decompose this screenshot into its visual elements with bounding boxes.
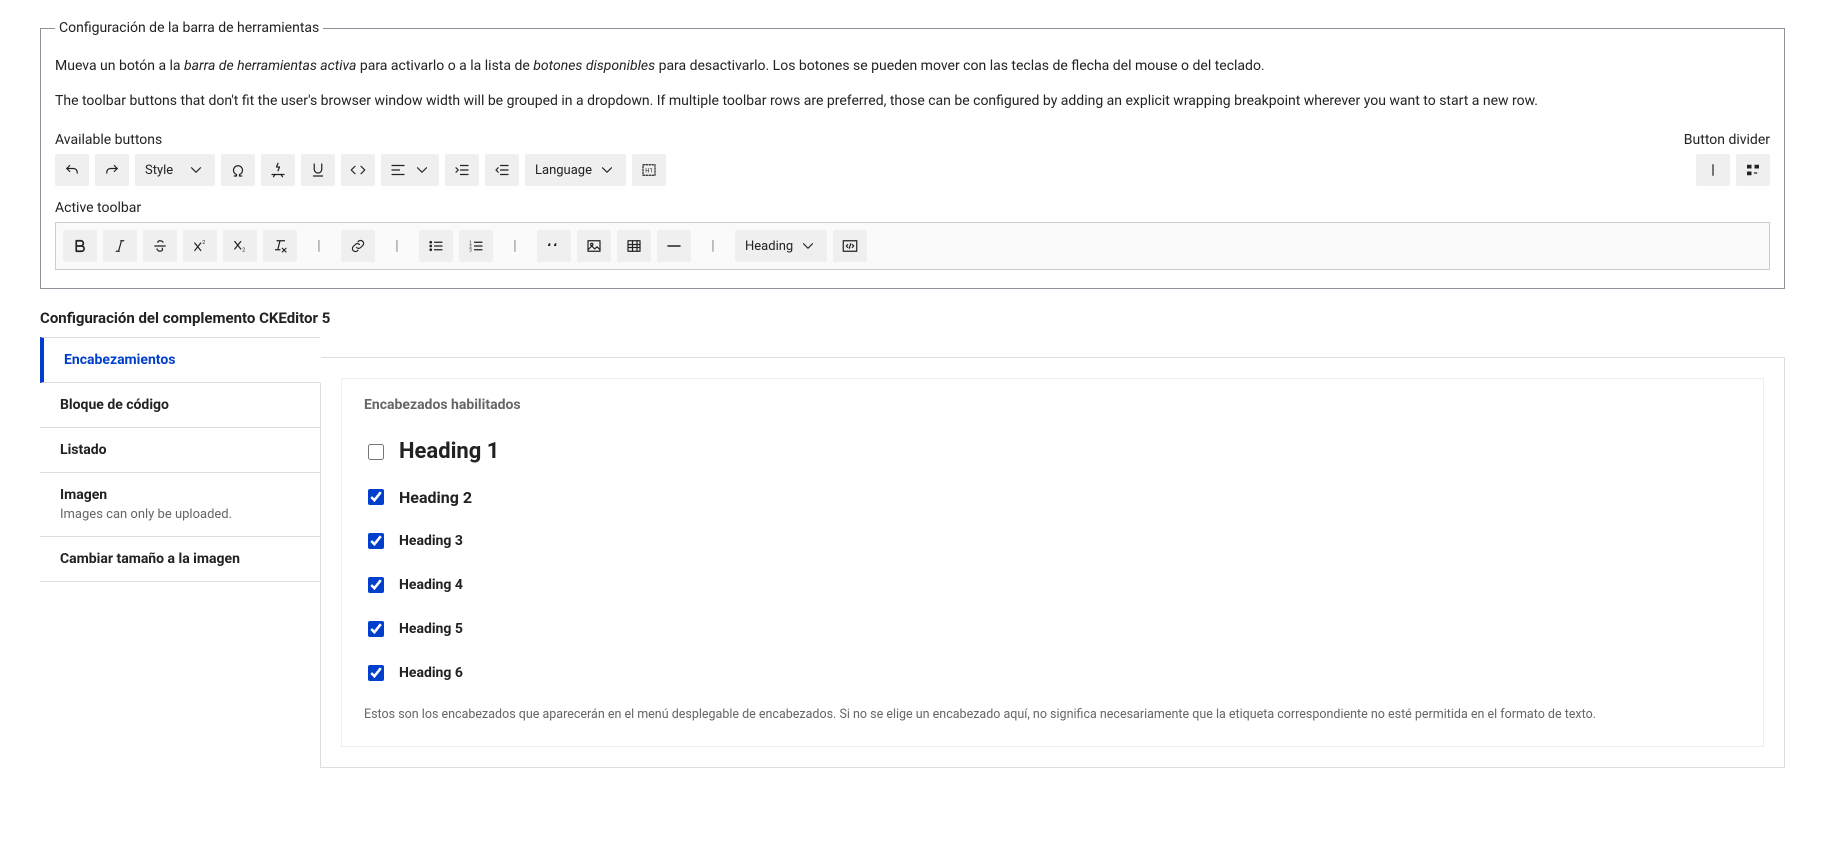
outdent-button[interactable] [485, 154, 519, 186]
available-buttons-list: Style Language H1 [55, 154, 1664, 186]
tab-sublabel: Images can only be uploaded. [60, 507, 300, 522]
code-button[interactable] [341, 154, 375, 186]
instruction-1-em2: botones disponibles [533, 58, 655, 74]
image-button[interactable] [577, 230, 611, 262]
blockquote-button[interactable] [537, 230, 571, 262]
link-button[interactable] [341, 230, 375, 262]
redo-button[interactable] [95, 154, 129, 186]
tab-image-resize[interactable]: Cambiar tamaño a la imagen [40, 537, 320, 582]
underline-button[interactable] [301, 154, 335, 186]
active-toolbar-label: Active toolbar [55, 200, 1770, 216]
toolbar-config-fieldset: Configuración de la barra de herramienta… [40, 20, 1785, 289]
remove-format-button[interactable] [263, 230, 297, 262]
toolbar-separator[interactable]: | [499, 230, 531, 262]
tab-label: Bloque de código [60, 397, 300, 413]
tabs-list: Encabezamientos Bloque de código Listado… [40, 337, 320, 582]
instruction-1-em1: barra de herramientas activa [184, 58, 356, 74]
active-toolbar-list[interactable]: 2 2 | | 123 | | Heading [55, 222, 1770, 270]
tab-image[interactable]: Imagen Images can only be uploaded. [40, 473, 320, 537]
tab-label: Cambiar tamaño a la imagen [60, 551, 300, 567]
heading-label: Heading [745, 239, 793, 254]
tab-content: Encabezados habilitados Heading 1 Headin… [320, 357, 1785, 768]
available-buttons-label: Available buttons [55, 132, 1664, 148]
headings-panel-title: Encabezados habilitados [364, 397, 1741, 413]
divider-wrap-button[interactable] [1736, 154, 1770, 186]
heading-4-label[interactable]: Heading 4 [399, 577, 463, 593]
strikethrough-button[interactable] [143, 230, 177, 262]
horizontal-line-button[interactable] [657, 230, 691, 262]
toolbar-separator[interactable]: | [381, 230, 413, 262]
subscript-button[interactable]: 2 [223, 230, 257, 262]
style-dropdown[interactable]: Style [135, 154, 215, 186]
heading-2-label[interactable]: Heading 2 [399, 488, 472, 507]
divider-separator-button[interactable] [1696, 154, 1730, 186]
code-block-button[interactable] [833, 230, 867, 262]
tab-label: Imagen [60, 487, 300, 503]
source-editing-button[interactable] [261, 154, 295, 186]
superscript-button[interactable]: 2 [183, 230, 217, 262]
numbered-list-button[interactable]: 123 [459, 230, 493, 262]
tab-code-block[interactable]: Bloque de código [40, 383, 320, 428]
heading-option-5: Heading 5 [364, 618, 1741, 640]
heading-option-4: Heading 4 [364, 574, 1741, 596]
heading-option-3: Heading 3 [364, 530, 1741, 552]
bold-button[interactable] [63, 230, 97, 262]
heading-3-checkbox[interactable] [368, 533, 384, 549]
heading-option-6: Heading 6 [364, 662, 1741, 684]
heading-5-label[interactable]: Heading 5 [399, 621, 463, 637]
heading-5-checkbox[interactable] [368, 621, 384, 637]
style-label: Style [145, 163, 173, 178]
show-blocks-button[interactable]: H1 [632, 154, 666, 186]
svg-text:3: 3 [469, 247, 472, 253]
tab-label: Listado [60, 442, 300, 458]
svg-text:2: 2 [202, 240, 205, 246]
heading-3-label[interactable]: Heading 3 [399, 533, 463, 549]
plugin-tabs-wrapper: Encabezamientos Bloque de código Listado… [40, 337, 1785, 768]
undo-button[interactable] [55, 154, 89, 186]
button-divider-label: Button divider [1684, 132, 1770, 148]
heading-6-checkbox[interactable] [368, 665, 384, 681]
instruction-1-b: para activarlo o a la lista de [356, 58, 533, 74]
heading-option-1: Heading 1 [364, 439, 1741, 464]
toolbar-separator[interactable]: | [697, 230, 729, 262]
language-label: Language [535, 163, 592, 178]
indent-button[interactable] [445, 154, 479, 186]
heading-1-checkbox[interactable] [368, 444, 384, 460]
plugin-section-title: Configuración del complemento CKEditor 5 [40, 309, 1785, 327]
special-char-button[interactable] [221, 154, 255, 186]
table-button[interactable] [617, 230, 651, 262]
headings-help-text: Estos son los encabezados que aparecerán… [364, 706, 1741, 724]
tab-headings[interactable]: Encabezamientos [40, 337, 321, 383]
instruction-1: Mueva un botón a la barra de herramienta… [55, 56, 1770, 77]
instruction-2: The toolbar buttons that don't fit the u… [55, 91, 1770, 112]
alignment-dropdown[interactable] [381, 154, 439, 186]
toolbar-separator[interactable]: | [303, 230, 335, 262]
instruction-1-c: para desactivarlo. Los botones se pueden… [655, 58, 1265, 74]
fieldset-legend: Configuración de la barra de herramienta… [55, 20, 323, 36]
instruction-1-a: Mueva un botón a la [55, 58, 184, 74]
svg-text:2: 2 [242, 247, 245, 253]
heading-2-checkbox[interactable] [368, 489, 384, 505]
language-dropdown[interactable]: Language [525, 154, 626, 186]
heading-1-label[interactable]: Heading 1 [399, 439, 499, 464]
svg-text:H1: H1 [645, 167, 653, 174]
heading-6-label[interactable]: Heading 6 [399, 665, 463, 681]
tab-label: Encabezamientos [64, 352, 300, 368]
heading-4-checkbox[interactable] [368, 577, 384, 593]
heading-option-2: Heading 2 [364, 486, 1741, 508]
tab-list[interactable]: Listado [40, 428, 320, 473]
bulleted-list-button[interactable] [419, 230, 453, 262]
heading-dropdown[interactable]: Heading [735, 230, 827, 262]
italic-button[interactable] [103, 230, 137, 262]
